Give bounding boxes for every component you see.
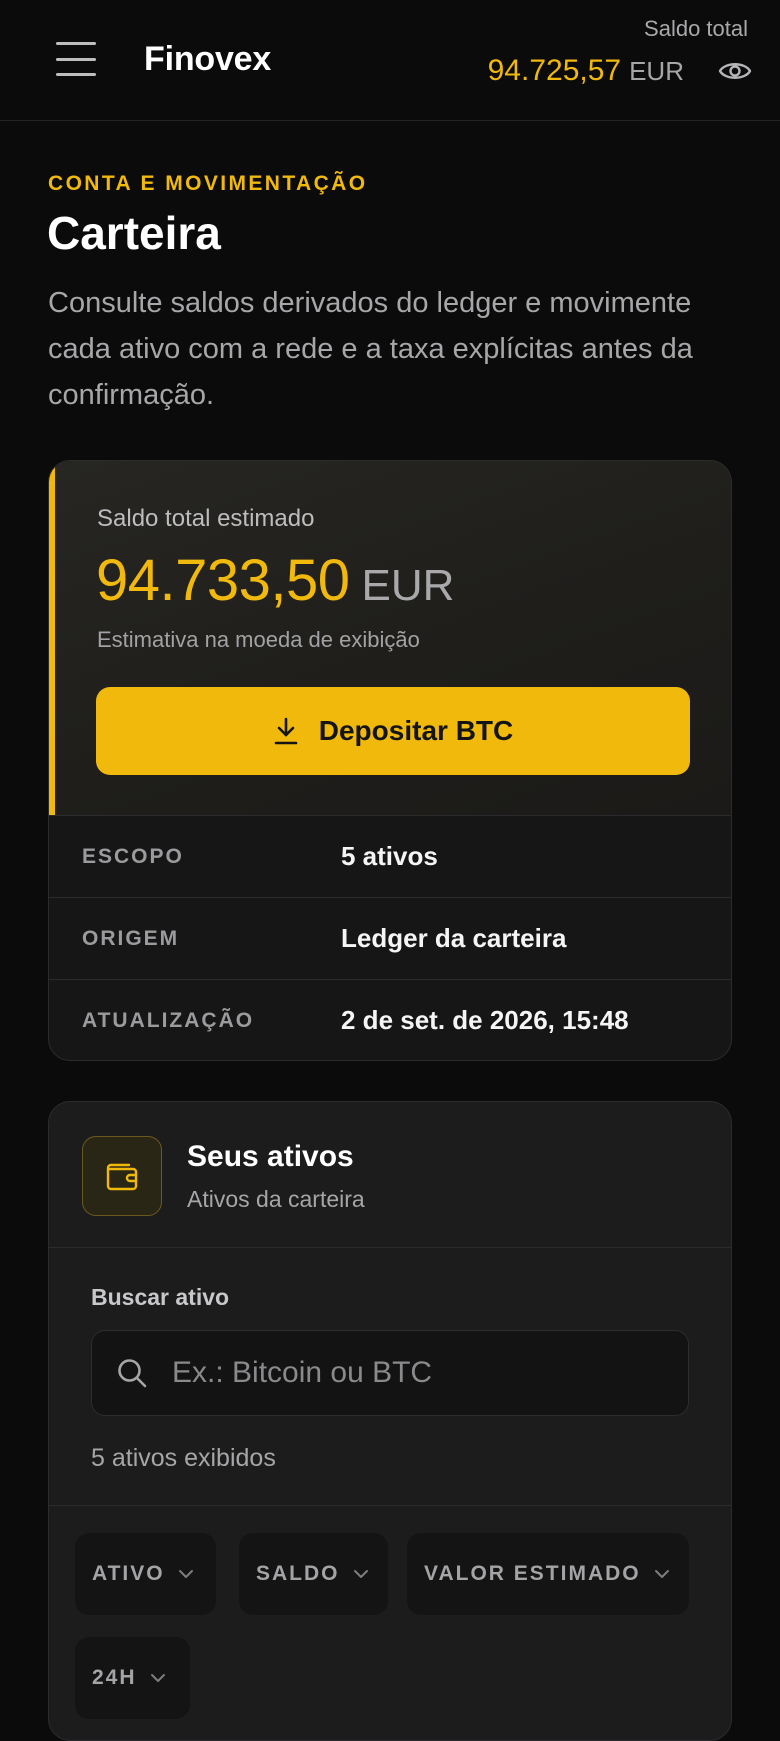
sort-chip-estimated-value[interactable]: VALOR ESTIMADO [407,1533,689,1615]
sort-chip-asset[interactable]: ATIVO [75,1533,216,1615]
eye-icon[interactable] [718,57,752,85]
meta-key: ATUALIZAÇÃO [82,1008,255,1032]
assets-title: Seus ativos [187,1140,354,1173]
header-balance-value: 94.725,57 [487,54,622,87]
wallet-icon [106,1163,138,1191]
chevron-down-icon [178,1570,193,1578]
balance-summary-top: Saldo total estimado 94.733,50 EUR Estim… [49,461,731,815]
meta-row-origin: ORIGEM Ledger da carteira [49,897,731,979]
wallet-tile [82,1136,162,1216]
assets-header: Seus ativos Ativos da carteira [49,1102,731,1248]
meta-key: ESCOPO [82,844,184,868]
estimated-balance-value: 94.733,50 [96,548,350,613]
sort-chip-label: ATIVO [92,1562,165,1585]
meta-row-updated: ATUALIZAÇÃO 2 de set. de 2026, 15:48 [49,979,731,1060]
download-icon [274,717,298,745]
balance-summary-card: Saldo total estimado 94.733,50 EUR Estim… [48,460,732,1061]
deposit-btc-button[interactable]: Depositar BTC [96,687,690,775]
accent-bar [49,461,55,815]
sort-controls: ATIVO SALDO VALOR ESTIMADO 24H [49,1505,731,1740]
meta-value: 5 ativos [341,841,438,871]
chevron-down-icon [654,1570,669,1578]
search-icon [118,1359,147,1388]
chevron-down-icon [150,1674,165,1682]
search-label: Buscar ativo [91,1284,230,1310]
estimated-balance-label: Saldo total estimado [97,505,315,532]
header-balance-currency: EUR [629,55,684,86]
meta-key: ORIGEM [82,926,180,950]
search-box [91,1330,689,1416]
page-description: Consulte saldos derivados do ledger e mo… [48,287,693,411]
meta-row-scope: ESCOPO 5 ativos [49,815,731,897]
sort-chip-label: 24H [92,1666,137,1689]
estimated-balance: 94.733,50 EUR [96,547,454,614]
meta-value: Ledger da carteira [341,923,567,953]
estimated-balance-note: Estimativa na moeda de exibição [97,627,420,652]
brand-logo: Finovex [144,40,272,78]
assets-subtitle: Ativos da carteira [187,1186,365,1212]
app-header: Finovex Saldo total 94.725,57 EUR [0,0,780,121]
header-balance: 94.725,57 EUR [488,54,752,88]
sort-chip-balance[interactable]: SALDO [239,1533,388,1615]
sort-chip-24h[interactable]: 24H [75,1637,190,1719]
section-eyebrow: CONTA E MOVIMENTAÇÃO [48,172,368,195]
assets-card: Seus ativos Ativos da carteira Buscar at… [48,1101,732,1741]
deposit-btc-label: Depositar BTC [318,715,514,746]
meta-value: 2 de set. de 2026, 15:48 [341,1005,629,1035]
page-title: Carteira [47,207,221,259]
assets-count: 5 ativos exibidos [91,1444,276,1472]
search-input[interactable] [172,1331,672,1415]
chevron-down-icon [353,1570,368,1578]
sort-chip-label: SALDO [256,1562,340,1585]
estimated-balance-currency: EUR [361,561,455,610]
menu-icon[interactable] [56,42,96,76]
header-balance-label: Saldo total [644,16,748,41]
sort-chip-label: VALOR ESTIMADO [424,1562,641,1585]
